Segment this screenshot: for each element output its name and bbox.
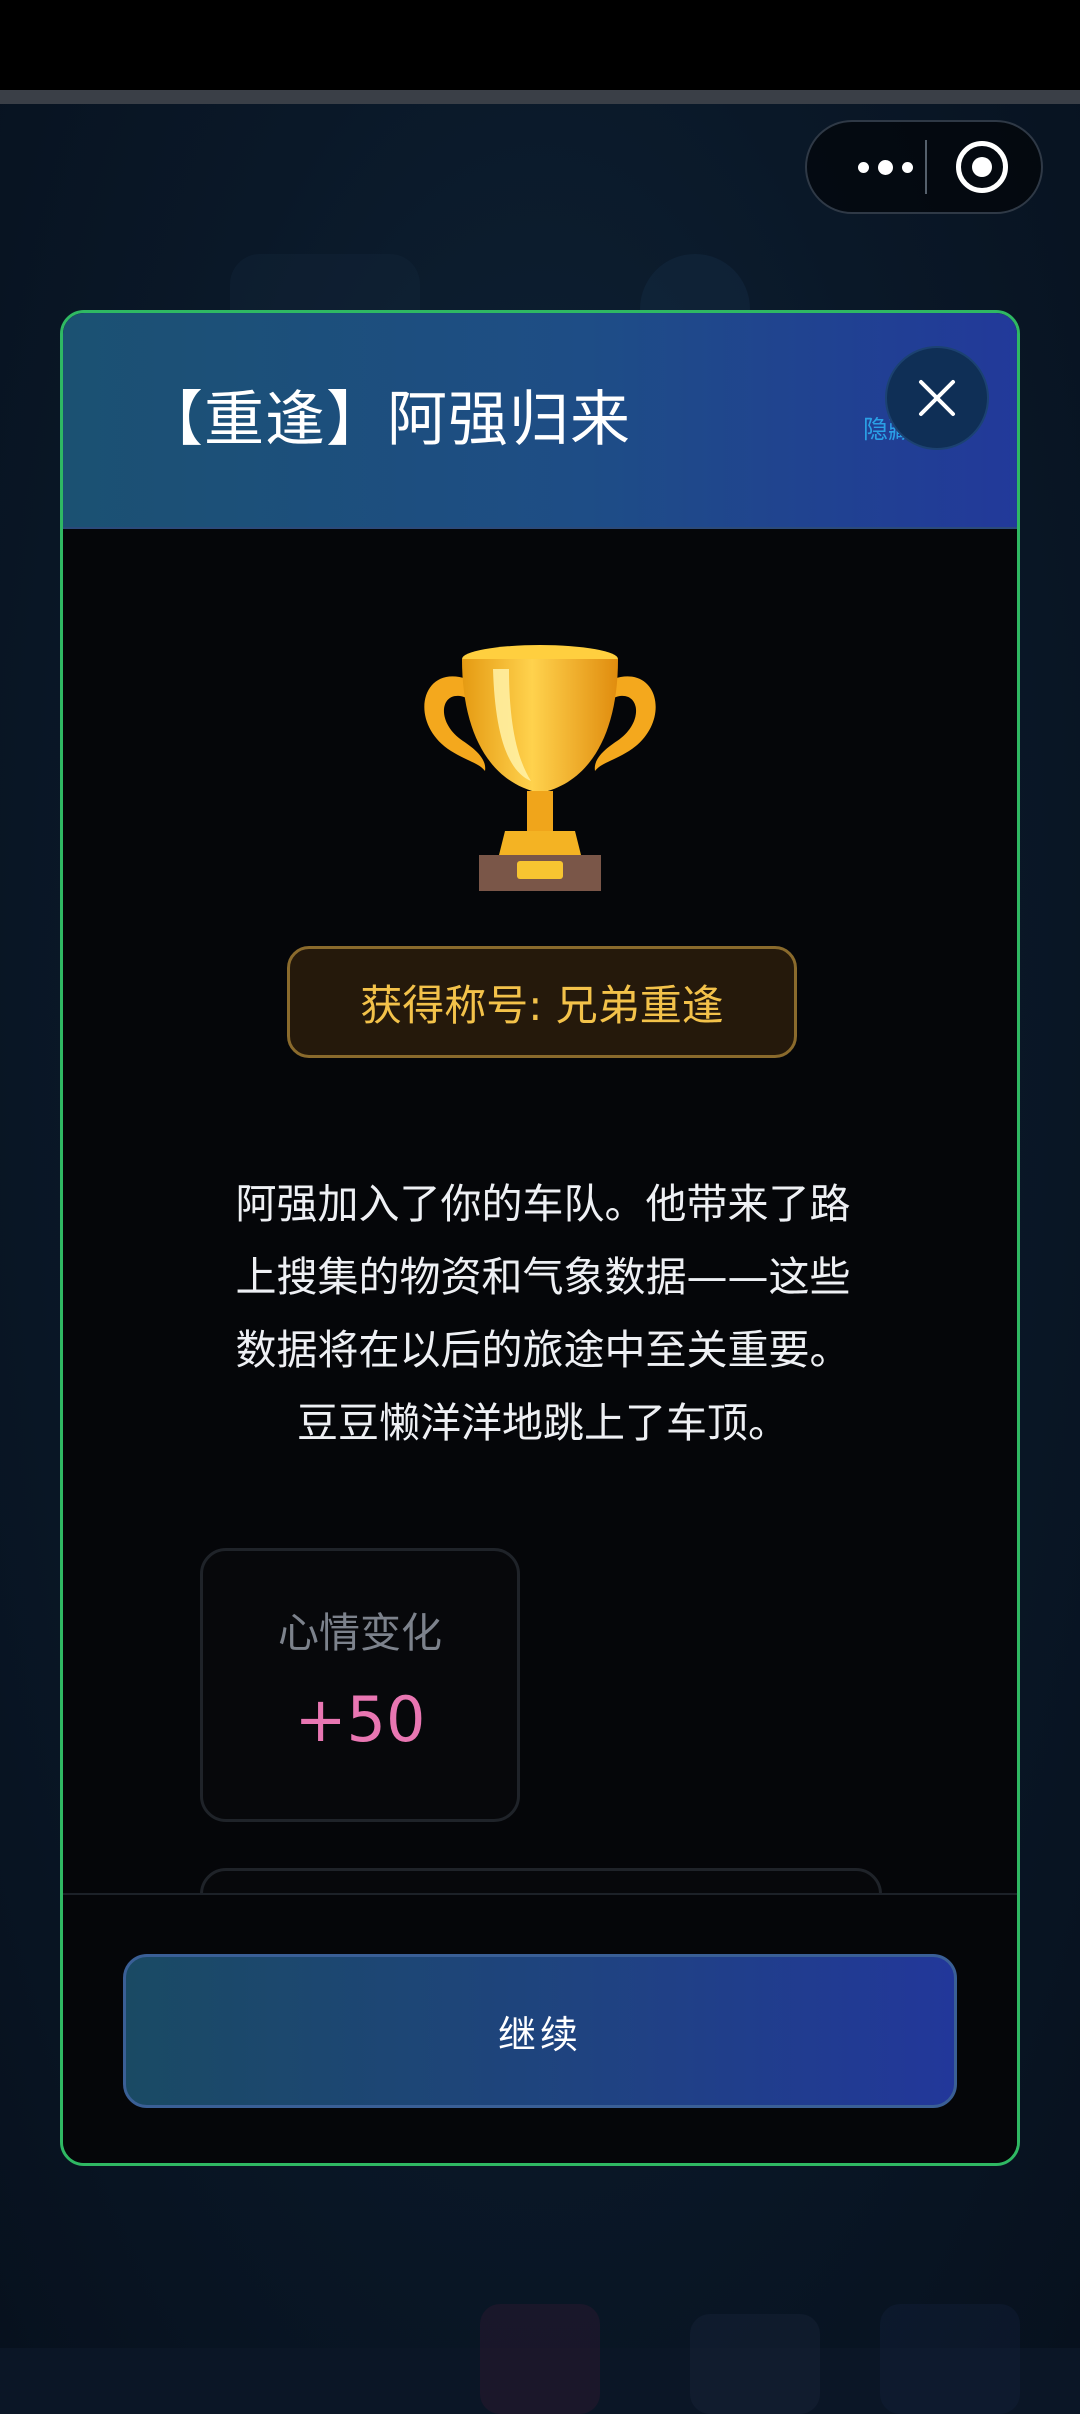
story-line: 豆豆懒洋洋地跳上了车顶。	[297, 1399, 789, 1447]
story-line: 阿强加入了你的车队。他带来了路	[235, 1180, 851, 1228]
more-dots-icon[interactable]	[835, 122, 935, 212]
trophy-icon	[424, 645, 656, 891]
title-earned-badge: 获得称号: 兄弟重逢	[287, 946, 797, 1058]
dot	[901, 161, 913, 173]
modal-header: 【重逢】阿强归来 隐藏机遇	[63, 313, 1017, 529]
modal-footer: 继续	[63, 1893, 1017, 2163]
background-blur-shape	[480, 2304, 600, 2414]
status-bar	[0, 0, 1080, 90]
modal-title: 【重逢】阿强归来	[143, 385, 631, 455]
mood-change-card: 心情变化 +50	[200, 1548, 520, 1822]
miniprogram-capsule	[805, 120, 1043, 214]
close-icon	[919, 380, 955, 416]
story-line: 数据将在以后的旅途中至关重要。	[235, 1326, 851, 1374]
dot	[857, 161, 869, 173]
status-divider	[0, 90, 1080, 104]
background-blur-shape	[690, 2314, 820, 2414]
background-blur-shape	[880, 2304, 1020, 2414]
dot	[877, 159, 893, 175]
target-circle-icon[interactable]	[956, 141, 1008, 193]
stat-label: 心情变化	[278, 1609, 442, 1657]
story-text: 阿强加入了你的车队。他带来了路 上搜集的物资和气象数据——这些 数据将在以后的旅…	[183, 1168, 903, 1460]
story-line: 上搜集的物资和气象数据——这些	[235, 1253, 851, 1301]
capsule-divider	[925, 140, 927, 194]
stat-value: +50	[294, 1683, 426, 1756]
close-button[interactable]	[885, 346, 989, 450]
event-modal: 【重逢】阿强归来 隐藏机遇 获得称号: 兄弟重逢 阿强加入了你的车队。他带	[60, 310, 1020, 2166]
continue-button[interactable]: 继续	[123, 1954, 957, 2108]
